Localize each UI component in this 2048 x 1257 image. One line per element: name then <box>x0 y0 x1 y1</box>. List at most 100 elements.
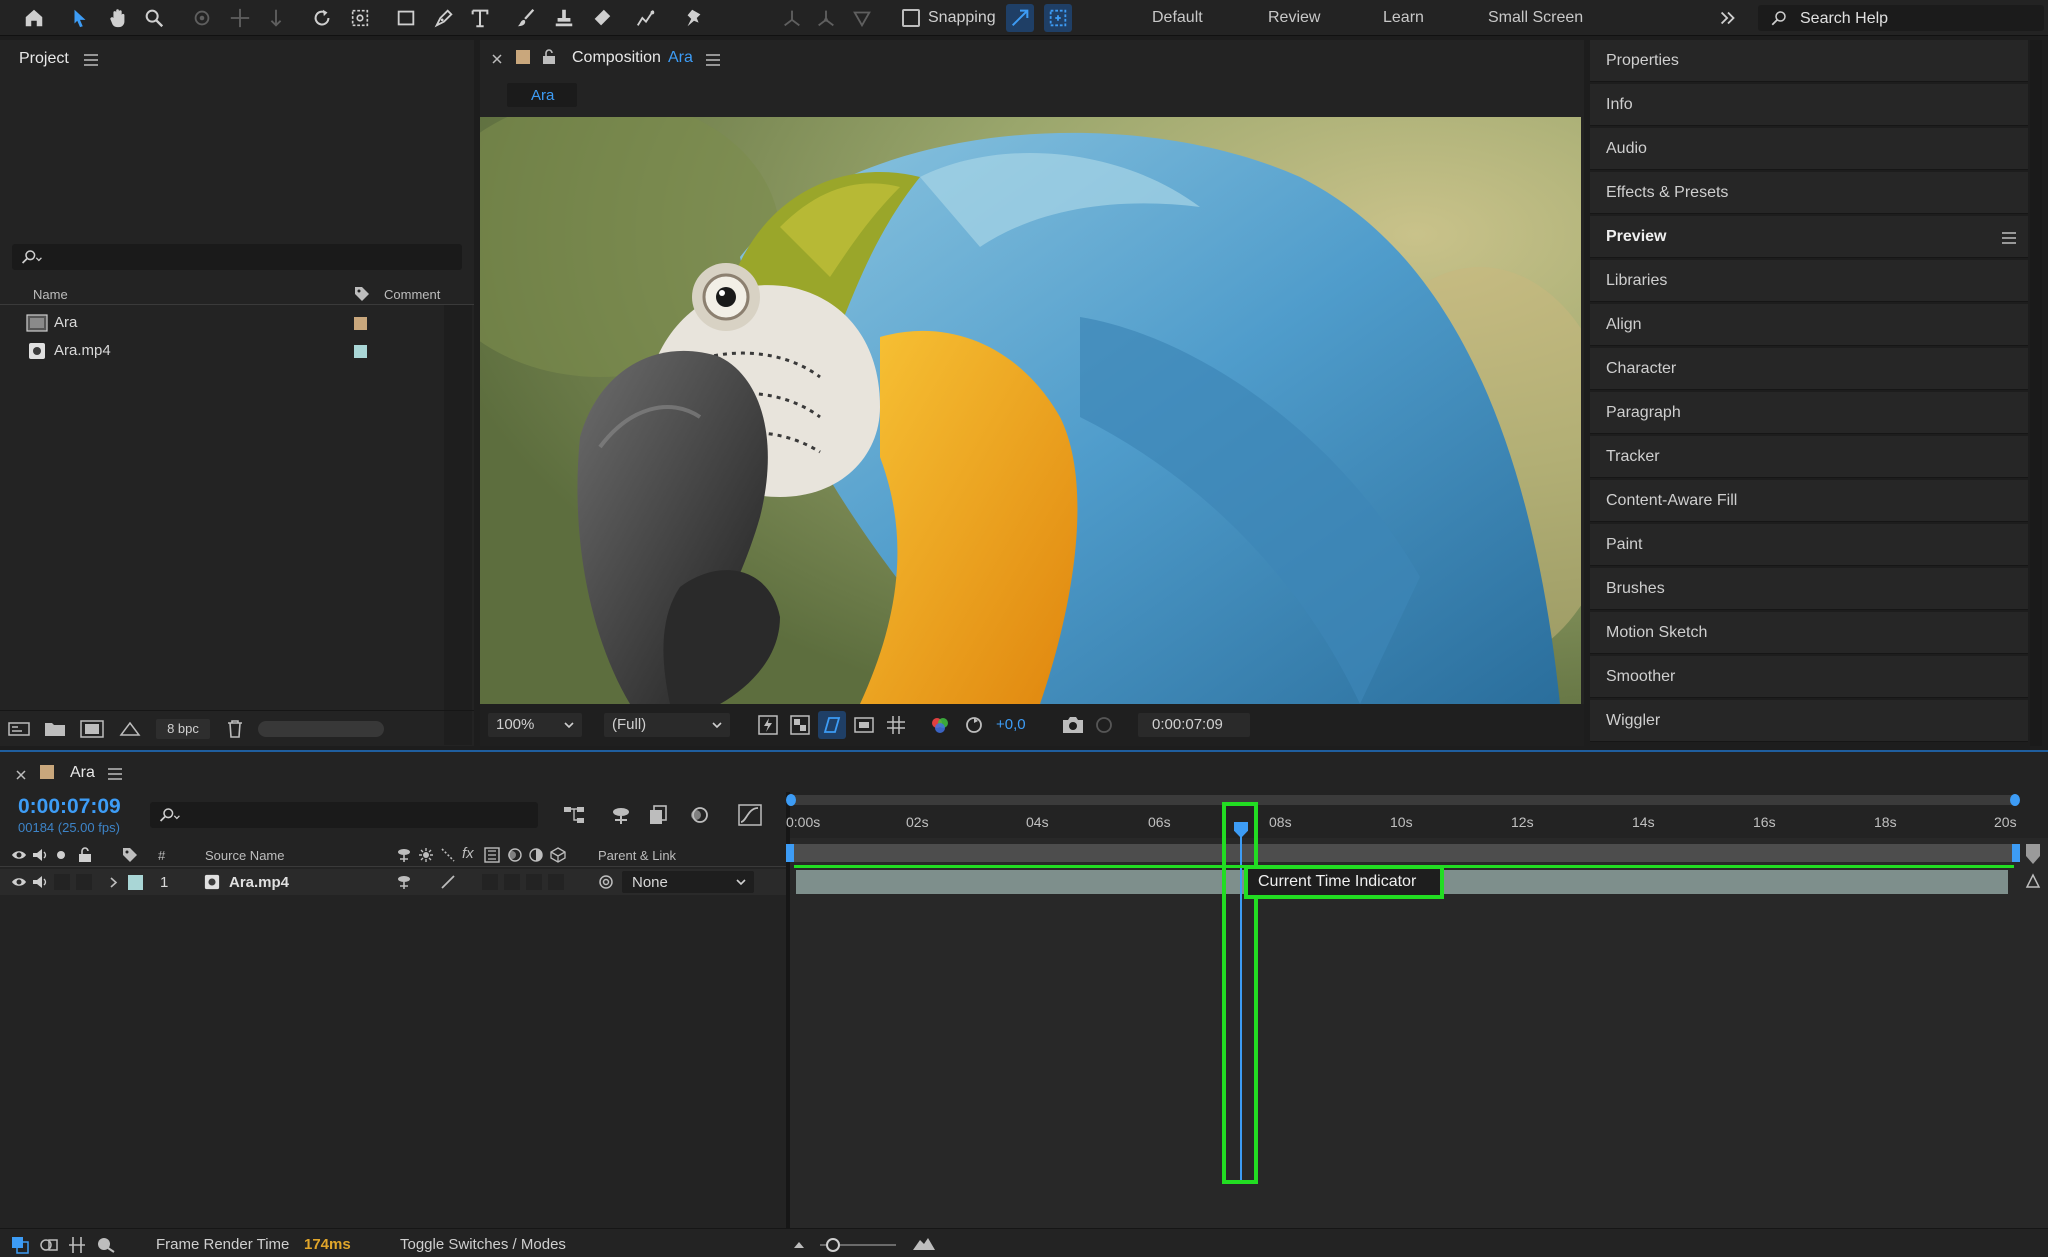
panel-character[interactable]: Character <box>1590 348 2028 390</box>
layer-label-color[interactable] <box>128 875 143 890</box>
frame-blending-icon[interactable] <box>648 804 670 826</box>
shy-switch-icon[interactable] <box>396 847 412 863</box>
column-name[interactable]: Name <box>33 287 68 302</box>
preview-menu-icon[interactable] <box>2002 232 2016 244</box>
effects-fx-icon[interactable]: fx <box>462 845 474 862</box>
quality-switch-icon[interactable] <box>440 847 456 863</box>
rectangle-tool-icon[interactable] <box>392 4 420 32</box>
motion-blur-switch-icon[interactable] <box>506 847 522 863</box>
frame-blending-switch-icon[interactable] <box>484 847 500 863</box>
3d-switch[interactable] <box>548 874 564 890</box>
grid-guides-icon[interactable] <box>886 715 906 735</box>
exposure-value[interactable]: +0,0 <box>996 716 1026 733</box>
camera-snapshot-icon[interactable] <box>1062 715 1084 735</box>
magnification-dropdown[interactable]: 100% <box>488 713 582 737</box>
solo-switch[interactable] <box>54 874 70 890</box>
shy-switch-icon[interactable] <box>396 874 412 890</box>
time-navigator[interactable] <box>786 794 2020 806</box>
more-workspaces-icon[interactable] <box>1714 4 1742 32</box>
workspace-small-screen[interactable]: Small Screen <box>1488 9 1583 27</box>
solo-dot-icon[interactable] <box>56 850 66 860</box>
dolly-camera-icon[interactable] <box>262 4 290 32</box>
axis-world-icon[interactable] <box>812 4 840 32</box>
trash-icon[interactable] <box>226 719 244 739</box>
work-area-end[interactable] <box>2012 844 2020 862</box>
lock-switch[interactable] <box>76 874 92 890</box>
clone-stamp-tool-icon[interactable] <box>550 4 578 32</box>
quality-switch-icon[interactable] <box>440 874 456 890</box>
snapping-checkbox[interactable] <box>902 9 920 27</box>
comp-marker-bin-icon[interactable] <box>2024 872 2042 890</box>
toggle-switches-modes-button[interactable]: Toggle Switches / Modes <box>400 1236 566 1253</box>
zoom-tool-icon[interactable] <box>140 4 168 32</box>
pan-camera-icon[interactable] <box>226 4 254 32</box>
label-tag-icon[interactable] <box>354 286 370 302</box>
layer-row[interactable]: 1 Ara.mp4 None <box>0 869 786 895</box>
timeline-search-input[interactable] <box>150 802 538 828</box>
navigator-start-handle[interactable] <box>786 794 796 806</box>
pick-whip-icon[interactable] <box>598 874 614 890</box>
close-icon[interactable] <box>492 54 502 64</box>
collapse-transformations-icon[interactable] <box>418 847 434 863</box>
adjust-project-settings-icon[interactable] <box>118 720 142 738</box>
audio-speaker-icon[interactable] <box>32 875 48 889</box>
graph-editor-icon[interactable] <box>738 804 762 826</box>
label-color-swatch[interactable] <box>354 317 367 330</box>
layer-name[interactable]: Ara.mp4 <box>229 874 289 891</box>
new-composition-icon[interactable] <box>80 720 104 738</box>
mask-visibility-button[interactable] <box>818 711 846 739</box>
column-comment[interactable]: Comment <box>384 287 440 302</box>
right-panel-scrollbar[interactable] <box>2030 40 2042 746</box>
panel-paragraph[interactable]: Paragraph <box>1590 392 2028 434</box>
current-timecode[interactable]: 0:00:07:09 <box>18 795 121 819</box>
video-eye-icon[interactable] <box>11 875 27 889</box>
new-folder-icon[interactable] <box>44 720 66 738</box>
hand-tool-icon[interactable] <box>104 4 132 32</box>
composition-menu-icon[interactable] <box>706 54 720 66</box>
work-area-bar[interactable] <box>786 844 2020 862</box>
panel-align[interactable]: Align <box>1590 304 2028 346</box>
project-menu-icon[interactable] <box>84 54 98 66</box>
puppet-pin-tool-icon[interactable] <box>680 4 708 32</box>
motion-blur-switch[interactable] <box>526 874 542 890</box>
time-graph-area[interactable] <box>786 792 2048 1228</box>
reset-exposure-icon[interactable] <box>964 715 984 735</box>
shy-layers-icon[interactable] <box>610 804 632 826</box>
navigator-end-handle[interactable] <box>2010 794 2020 806</box>
parent-dropdown[interactable]: None <box>622 871 754 893</box>
motion-blur-icon[interactable] <box>688 804 710 826</box>
column-parent-link[interactable]: Parent & Link <box>598 848 676 863</box>
region-of-interest-icon[interactable] <box>854 715 874 735</box>
adjustment-layer-icon[interactable] <box>528 847 544 863</box>
axis-local-icon[interactable] <box>778 4 806 32</box>
workspace-learn[interactable]: Learn <box>1383 9 1424 27</box>
chevron-right-icon[interactable] <box>110 877 118 888</box>
lock-icon[interactable] <box>542 49 556 65</box>
timeline-menu-icon[interactable] <box>108 768 122 780</box>
interpret-footage-icon[interactable] <box>8 720 30 738</box>
transparency-grid-icon[interactable] <box>790 715 810 735</box>
snap-features-icon[interactable] <box>1044 4 1072 32</box>
roto-brush-tool-icon[interactable] <box>632 4 660 32</box>
panel-motion-sketch[interactable]: Motion Sketch <box>1590 612 2028 654</box>
panel-wiggler[interactable]: Wiggler <box>1590 700 2028 742</box>
zoom-in-icon[interactable] <box>912 1235 936 1251</box>
selection-tool-icon[interactable] <box>66 4 94 32</box>
close-icon[interactable] <box>16 770 26 780</box>
panel-brushes[interactable]: Brushes <box>1590 568 2028 610</box>
composition-viewer[interactable] <box>480 117 1581 704</box>
lock-icon[interactable] <box>78 847 92 863</box>
pan-behind-tool-icon[interactable] <box>346 4 374 32</box>
layer-switches-icon[interactable] <box>11 1236 29 1254</box>
panel-properties[interactable]: Properties <box>1590 40 2028 82</box>
video-eye-icon[interactable] <box>11 848 27 862</box>
zoom-slider-thumb[interactable] <box>826 1238 840 1252</box>
rotation-tool-icon[interactable] <box>308 4 336 32</box>
eraser-tool-icon[interactable] <box>588 4 616 32</box>
column-source-name[interactable]: Source Name <box>205 848 284 863</box>
panel-paint[interactable]: Paint <box>1590 524 2028 566</box>
composition-flowchart-icon[interactable] <box>562 804 586 826</box>
axis-view-icon[interactable] <box>848 4 876 32</box>
show-snapshot-icon[interactable] <box>1094 715 1114 735</box>
workspace-default[interactable]: Default <box>1152 9 1203 27</box>
